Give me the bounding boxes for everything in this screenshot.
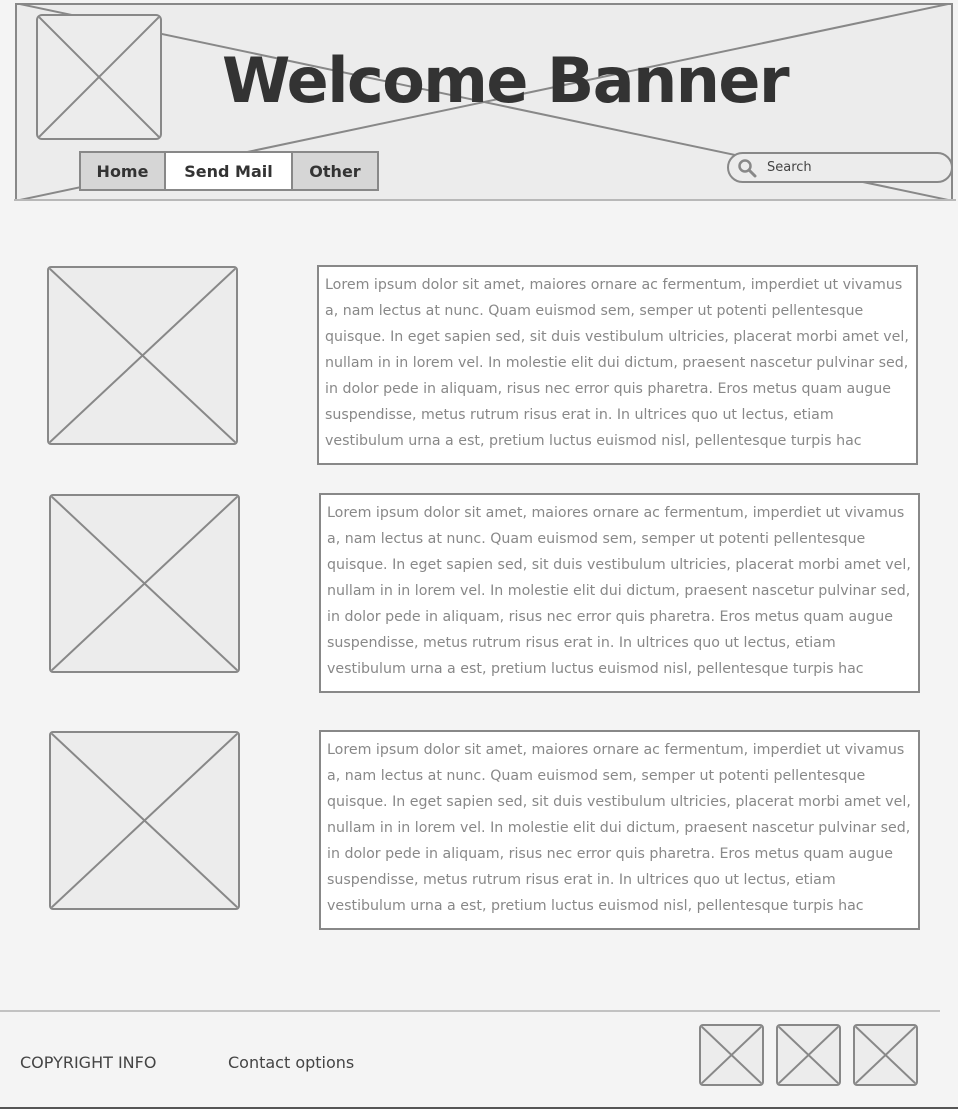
copyright-info: COPYRIGHT INFO bbox=[20, 1053, 157, 1072]
article-text: Lorem ipsum dolor sit amet, maiores orna… bbox=[317, 265, 918, 465]
page-title: Welcome Banner bbox=[221, 44, 790, 117]
search-box[interactable] bbox=[727, 152, 953, 183]
social-image-placeholder-icon[interactable] bbox=[776, 1024, 841, 1086]
header-divider bbox=[14, 199, 956, 201]
tab-send-mail[interactable]: Send Mail bbox=[166, 151, 293, 191]
tab-home[interactable]: Home bbox=[79, 151, 166, 191]
contact-options-link[interactable]: Contact options bbox=[228, 1053, 354, 1073]
search-icon bbox=[738, 158, 757, 177]
article-image-placeholder-icon bbox=[49, 494, 240, 673]
logo-image-placeholder-icon bbox=[36, 14, 162, 140]
social-image-placeholder-icon[interactable] bbox=[699, 1024, 764, 1086]
search-input[interactable] bbox=[767, 160, 937, 175]
article-image-placeholder-icon bbox=[49, 731, 240, 910]
article-image-placeholder-icon bbox=[47, 266, 238, 445]
footer-divider bbox=[0, 1010, 940, 1012]
social-image-placeholder-icon[interactable] bbox=[853, 1024, 918, 1086]
article-text: Lorem ipsum dolor sit amet, maiores orna… bbox=[319, 730, 920, 930]
tab-other[interactable]: Other bbox=[293, 151, 379, 191]
article-text: Lorem ipsum dolor sit amet, maiores orna… bbox=[319, 493, 920, 693]
nav-tabs: Home Send Mail Other bbox=[79, 151, 379, 191]
